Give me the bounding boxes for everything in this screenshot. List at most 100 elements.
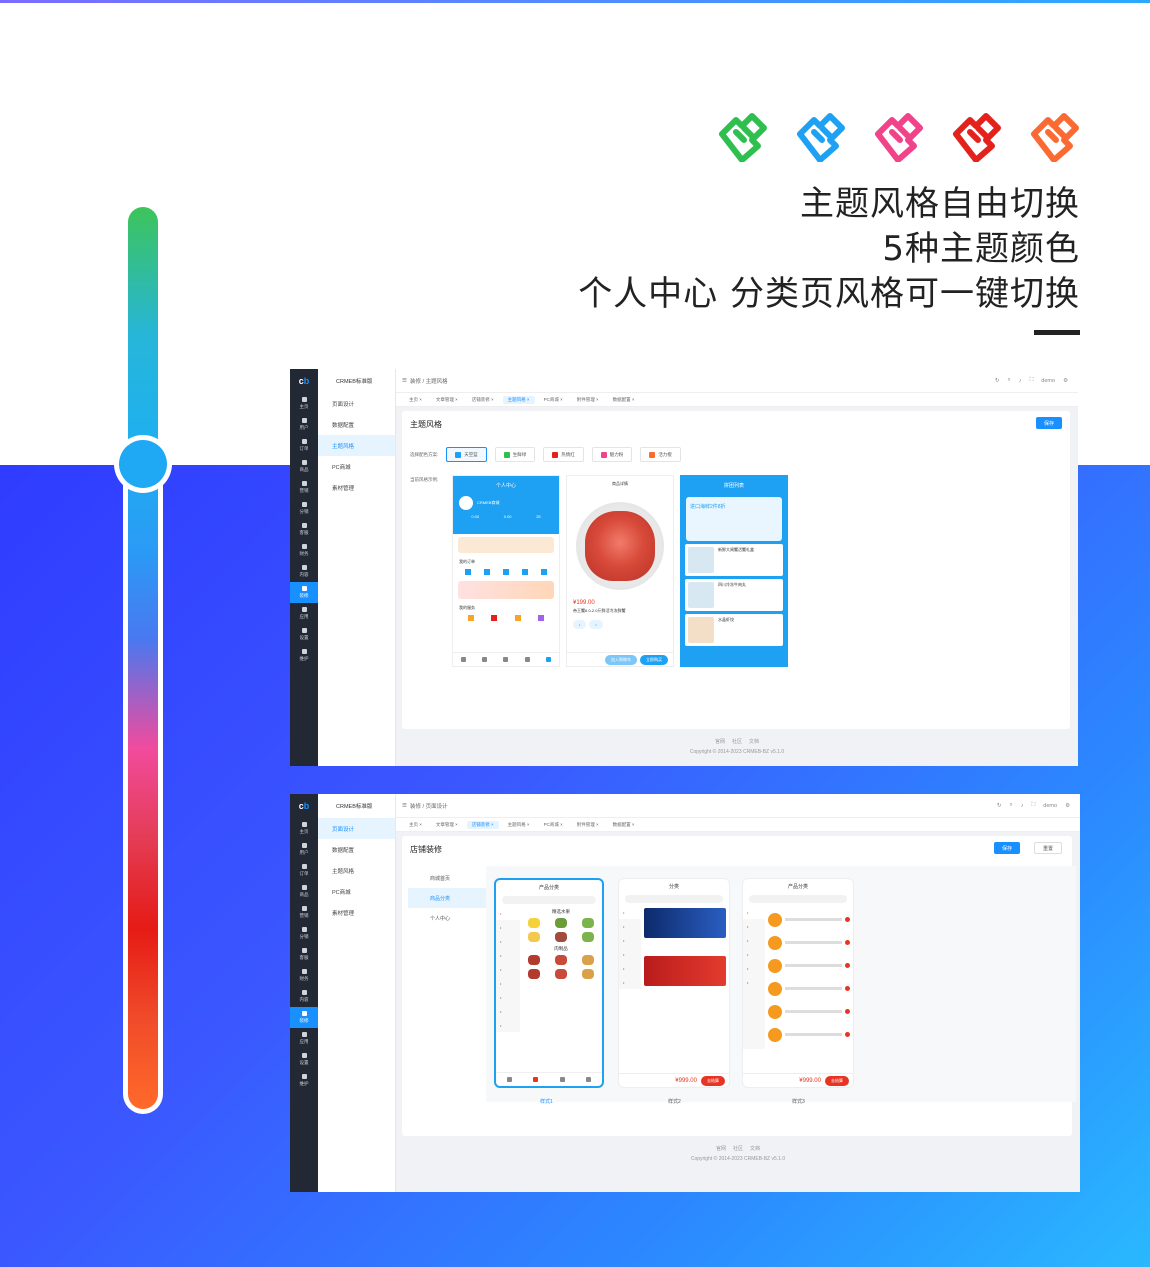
page-tab[interactable]: 附件管理 × xyxy=(572,396,604,404)
page-tab[interactable]: 主题风格 × xyxy=(503,821,535,829)
sidebar-item[interactable]: 用户 xyxy=(290,839,318,860)
sidebar-item[interactable]: 财务 xyxy=(290,540,318,561)
scheme-fresh-green[interactable]: 生鲜绿 xyxy=(494,447,536,462)
side-tab-category[interactable]: 商品分类 xyxy=(408,888,488,908)
close-icon[interactable]: × xyxy=(595,822,599,827)
menu-toggle-icon[interactable]: ☰ xyxy=(402,803,410,809)
submenu-item-theme-style[interactable]: 主题风格 xyxy=(318,435,395,456)
close-icon[interactable]: × xyxy=(595,397,599,402)
add-cart-button[interactable]: 加入购物车 xyxy=(605,654,637,665)
footer-link-site[interactable]: 官网 xyxy=(715,739,725,745)
sidebar-item[interactable]: 分销 xyxy=(290,498,318,519)
close-icon[interactable]: × xyxy=(454,397,458,402)
page-tab[interactable]: 主页 × xyxy=(404,821,427,829)
sidebar-item[interactable]: 内容 xyxy=(290,986,318,1007)
save-button[interactable]: 保存 xyxy=(993,842,1020,854)
sidebar-item[interactable]: 主页 xyxy=(290,393,318,414)
sidebar-item[interactable]: 维护 xyxy=(290,645,318,666)
page-tab[interactable]: PC商城 × xyxy=(539,821,568,829)
sidebar-item[interactable]: 订单 xyxy=(290,860,318,881)
page-tab[interactable]: 文章管理 × xyxy=(431,821,463,829)
page-tab[interactable]: 文章管理 × xyxy=(431,396,463,404)
close-icon[interactable]: × xyxy=(490,397,494,402)
close-icon[interactable]: × xyxy=(631,397,635,402)
scheme-sky-blue[interactable]: 天空蓝 xyxy=(446,447,487,462)
page-tab[interactable]: PC商城 × xyxy=(539,396,568,404)
page-tab[interactable]: 数据配置 × xyxy=(608,821,640,829)
close-icon[interactable]: × xyxy=(454,822,458,827)
reset-button[interactable]: 重置 xyxy=(1033,842,1062,854)
fullscreen-icon[interactable]: ⛶ xyxy=(1029,377,1033,384)
close-icon[interactable]: × xyxy=(631,822,635,827)
submenu-item-material[interactable]: 素材管理 xyxy=(318,902,395,923)
submenu-item-page-design[interactable]: 页面设计 xyxy=(318,818,395,839)
submenu-item-theme-style[interactable]: 主题风格 xyxy=(318,860,395,881)
gear-icon[interactable]: ⚙ xyxy=(1063,378,1068,384)
save-button[interactable]: 保存 xyxy=(1035,417,1062,429)
style-3-label[interactable]: 样式3 xyxy=(792,1098,805,1105)
user-menu[interactable]: demo xyxy=(1043,803,1057,809)
page-tab[interactable]: 主题风格 × xyxy=(502,395,535,404)
submenu-item-pc-mall[interactable]: PC商城 xyxy=(318,456,395,477)
user-menu[interactable]: demo xyxy=(1041,378,1055,384)
bell-icon[interactable]: ♪ xyxy=(1021,803,1024,809)
category-style-2[interactable]: 分类 • • • • • • ¥999.00 去结算 xyxy=(618,878,730,1088)
close-icon[interactable]: × xyxy=(526,822,530,827)
search-icon[interactable]: ⌕ xyxy=(1010,802,1013,809)
close-icon[interactable]: × xyxy=(526,397,530,402)
sidebar-item[interactable]: 主页 xyxy=(290,818,318,839)
sidebar-item[interactable]: 设置 xyxy=(290,1049,318,1070)
close-icon[interactable]: × xyxy=(559,822,563,827)
sidebar-item[interactable]: 装修 xyxy=(290,1007,318,1028)
submenu-item-pc-mall[interactable]: PC商城 xyxy=(318,881,395,902)
side-tab-user-center[interactable]: 个人中心 xyxy=(408,908,488,928)
sidebar-item[interactable]: 维护 xyxy=(290,1070,318,1091)
sidebar-item[interactable]: 营销 xyxy=(290,477,318,498)
scheme-vital-orange[interactable]: 活力橙 xyxy=(640,447,681,462)
footer-link-site[interactable]: 官网 xyxy=(716,1146,726,1152)
submenu-item-data-config[interactable]: 数据配置 xyxy=(318,839,395,860)
style2-checkout-button[interactable]: 去结算 xyxy=(701,1075,725,1086)
refresh-icon[interactable]: ↻ xyxy=(997,803,1002,809)
close-icon[interactable]: × xyxy=(418,822,422,827)
footer-link-docs[interactable]: 文档 xyxy=(749,739,759,745)
scheme-charm-pink[interactable]: 魅力粉 xyxy=(591,447,633,462)
search-icon[interactable]: ⌕ xyxy=(1008,377,1011,384)
footer-link-community[interactable]: 社区 xyxy=(733,1146,743,1152)
page-tab[interactable]: 数据配置 × xyxy=(608,396,640,404)
submenu-item-data-config[interactable]: 数据配置 xyxy=(318,414,395,435)
sidebar-item[interactable]: 应用 xyxy=(290,1028,318,1049)
close-icon[interactable]: × xyxy=(418,397,422,402)
menu-toggle-icon[interactable]: ☰ xyxy=(402,378,410,384)
sidebar-item[interactable]: 订单 xyxy=(290,435,318,456)
fullscreen-icon[interactable]: ⛶ xyxy=(1031,802,1035,809)
side-tab-home[interactable]: 商城首页 xyxy=(408,868,488,888)
close-icon[interactable]: × xyxy=(490,822,494,827)
page-tab[interactable]: 附件管理 × xyxy=(572,821,604,829)
footer-link-community[interactable]: 社区 xyxy=(732,739,742,745)
page-tab[interactable]: 店铺装修 × xyxy=(466,820,499,829)
page-tab[interactable]: 主页 × xyxy=(404,396,427,404)
submenu-item-material[interactable]: 素材管理 xyxy=(318,477,395,498)
category-style-3[interactable]: 产品分类 • • • • • • ¥999.00 去结算 xyxy=(742,878,854,1088)
style3-checkout-button[interactable]: 去结算 xyxy=(825,1075,849,1086)
category-style-1[interactable]: 产品分类 • • • • • • • • • 精选水果 肉制品 xyxy=(494,878,604,1088)
sidebar-item[interactable]: 应用 xyxy=(290,603,318,624)
footer-link-docs[interactable]: 文档 xyxy=(750,1146,760,1152)
buy-now-button[interactable]: 立即购买 xyxy=(640,654,668,665)
sidebar-item[interactable]: 内容 xyxy=(290,561,318,582)
refresh-icon[interactable]: ↻ xyxy=(995,378,1000,384)
sidebar-item[interactable]: 营销 xyxy=(290,902,318,923)
sidebar-item[interactable]: 客服 xyxy=(290,519,318,540)
style-1-label[interactable]: 样式1 xyxy=(540,1098,553,1105)
page-tab[interactable]: 店铺装修 × xyxy=(467,396,499,404)
scheme-passion-red[interactable]: 热情红 xyxy=(543,447,584,462)
sidebar-item[interactable]: 商品 xyxy=(290,456,318,477)
close-icon[interactable]: × xyxy=(559,397,563,402)
theme-color-slider[interactable] xyxy=(123,202,163,1114)
sidebar-item[interactable]: 客服 xyxy=(290,944,318,965)
style-2-label[interactable]: 样式2 xyxy=(668,1098,681,1105)
slider-knob[interactable] xyxy=(114,435,172,493)
bell-icon[interactable]: ♪ xyxy=(1019,378,1022,384)
submenu-item-page-design[interactable]: 页面设计 xyxy=(318,393,395,414)
